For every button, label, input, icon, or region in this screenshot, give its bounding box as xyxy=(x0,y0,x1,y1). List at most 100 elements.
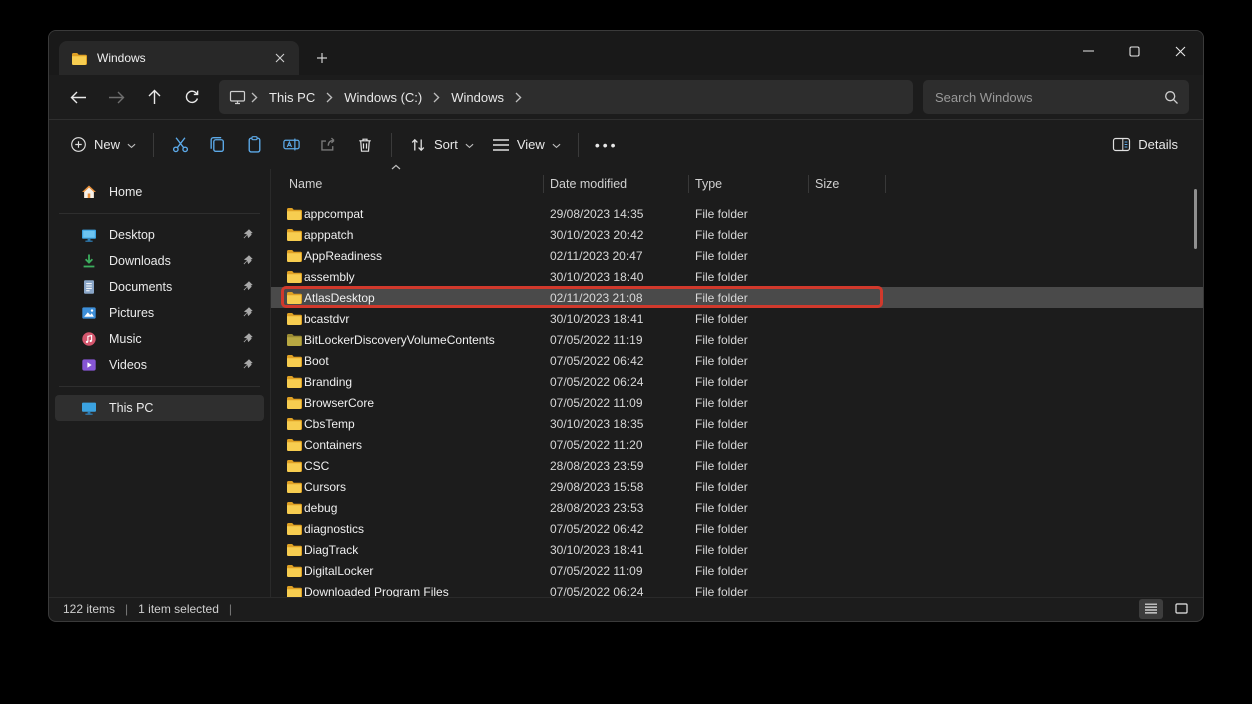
file-type: File folder xyxy=(689,291,809,305)
folder-icon xyxy=(286,375,304,388)
folder-icon xyxy=(71,52,87,65)
details-button[interactable]: Details xyxy=(1103,129,1187,160)
refresh-button[interactable] xyxy=(173,80,211,114)
sidebar-item-home[interactable]: Home xyxy=(55,179,264,205)
file-row-appcompat[interactable]: appcompat29/08/2023 14:35File folder xyxy=(271,203,1203,224)
paste-button[interactable] xyxy=(236,128,273,161)
folder-icon xyxy=(286,438,304,451)
breadcrumb-chevron-icon[interactable] xyxy=(321,92,338,103)
details-pane-icon xyxy=(1112,136,1131,153)
file-explorer-window: Windows xyxy=(48,30,1204,622)
maximize-button[interactable] xyxy=(1111,31,1157,71)
delete-button[interactable] xyxy=(347,129,383,161)
column-header-size[interactable]: Size xyxy=(809,175,886,193)
breadcrumb-segment[interactable]: Windows (C:) xyxy=(338,87,428,108)
navigation-pane: Home DesktopDownloadsDocumentsPictures Mus… xyxy=(49,169,271,597)
items-count: 122 items xyxy=(63,602,115,616)
file-date-modified: 30/10/2023 18:41 xyxy=(544,543,689,557)
file-row-boot[interactable]: Boot07/05/2022 06:42File folder xyxy=(271,350,1203,371)
rename-button[interactable] xyxy=(273,128,310,161)
search-icon[interactable] xyxy=(1164,90,1179,105)
up-button[interactable] xyxy=(135,80,173,114)
sort-icon xyxy=(409,136,427,154)
navigation-bar: This PC Windows (C:) Windows xyxy=(49,75,1203,119)
sidebar-item-videos[interactable]: Videos xyxy=(55,352,264,378)
search-box[interactable] xyxy=(923,80,1189,114)
folder-icon xyxy=(286,333,304,346)
folder-icon xyxy=(286,207,304,220)
trash-icon xyxy=(356,136,374,154)
file-name: Branding xyxy=(304,375,544,389)
column-headers: Name Date modified Type Size xyxy=(271,169,1203,199)
breadcrumb-chevron-icon[interactable] xyxy=(246,92,263,103)
file-row-bcastdvr[interactable]: bcastdvr30/10/2023 18:41File folder xyxy=(271,308,1203,329)
pin-icon xyxy=(241,280,254,293)
file-row-assembly[interactable]: assembly30/10/2023 18:40File folder xyxy=(271,266,1203,287)
downloads-icon xyxy=(81,253,97,269)
minimize-button[interactable] xyxy=(1065,31,1111,71)
sidebar-item-documents[interactable]: Documents xyxy=(55,274,264,300)
explorer-tab[interactable]: Windows xyxy=(59,41,299,75)
file-row-csc[interactable]: CSC28/08/2023 23:59File folder xyxy=(271,455,1203,476)
file-name: diagnostics xyxy=(304,522,544,536)
share-button[interactable] xyxy=(310,128,347,161)
file-row-browsercore[interactable]: BrowserCore07/05/2022 11:09File folder xyxy=(271,392,1203,413)
file-name: assembly xyxy=(304,270,544,284)
details-view-toggle[interactable] xyxy=(1139,599,1163,619)
sidebar-item-pictures[interactable]: Pictures xyxy=(55,300,264,326)
file-type: File folder xyxy=(689,501,809,515)
copy-button[interactable] xyxy=(199,128,236,161)
file-row-cursors[interactable]: Cursors29/08/2023 15:58File folder xyxy=(271,476,1203,497)
file-date-modified: 29/08/2023 15:58 xyxy=(544,480,689,494)
sidebar-item-label: Music xyxy=(109,332,142,346)
file-name: CSC xyxy=(304,459,544,473)
sort-button[interactable]: Sort xyxy=(400,129,483,161)
folder-icon xyxy=(286,354,304,367)
tab-close-button[interactable] xyxy=(269,47,291,69)
pin-icon xyxy=(241,306,254,319)
file-row-atlasdesktop[interactable]: AtlasDesktop02/11/2023 21:08File folder xyxy=(271,287,1203,308)
column-header-date-modified[interactable]: Date modified xyxy=(544,175,689,193)
close-button[interactable] xyxy=(1157,31,1203,71)
vertical-scrollbar[interactable] xyxy=(1194,189,1197,249)
copy-icon xyxy=(208,135,227,154)
file-row-bitlockerdiscoveryvolumecontents[interactable]: BitLockerDiscoveryVolumeContents07/05/20… xyxy=(271,329,1203,350)
cut-button[interactable] xyxy=(162,128,199,161)
column-header-type[interactable]: Type xyxy=(689,175,809,193)
file-row-apppatch[interactable]: apppatch30/10/2023 20:42File folder xyxy=(271,224,1203,245)
file-row-cbstemp[interactable]: CbsTemp30/10/2023 18:35File folder xyxy=(271,413,1203,434)
folder-icon xyxy=(286,291,304,304)
sidebar-item-music[interactable]: Music xyxy=(55,326,264,352)
search-input[interactable] xyxy=(935,90,1164,105)
forward-button[interactable] xyxy=(97,80,135,114)
thumbnail-view-toggle[interactable] xyxy=(1169,599,1193,619)
new-tab-button[interactable] xyxy=(307,43,337,73)
chevron-down-icon xyxy=(465,143,474,149)
file-name: appcompat xyxy=(304,207,544,221)
file-row-debug[interactable]: debug28/08/2023 23:53File folder xyxy=(271,497,1203,518)
file-row-branding[interactable]: Branding07/05/2022 06:24File folder xyxy=(271,371,1203,392)
file-row-digitallocker[interactable]: DigitalLocker07/05/2022 11:09File folder xyxy=(271,560,1203,581)
tab-title: Windows xyxy=(97,51,269,65)
new-button[interactable]: New xyxy=(61,129,145,160)
see-more-button[interactable]: ••• xyxy=(587,137,627,153)
file-name: DigitalLocker xyxy=(304,564,544,578)
breadcrumb-chevron-icon[interactable] xyxy=(510,92,527,103)
breadcrumb-segment[interactable]: Windows xyxy=(445,87,510,108)
file-row-containers[interactable]: Containers07/05/2022 11:20File folder xyxy=(271,434,1203,455)
column-header-name[interactable]: Name xyxy=(271,175,544,193)
file-date-modified: 02/11/2023 21:08 xyxy=(544,291,689,305)
breadcrumb-segment[interactable]: This PC xyxy=(263,87,321,108)
file-row-diagtrack[interactable]: DiagTrack30/10/2023 18:41File folder xyxy=(271,539,1203,560)
new-label: New xyxy=(94,137,120,152)
back-button[interactable] xyxy=(59,80,97,114)
folder-icon xyxy=(286,522,304,535)
breadcrumb-chevron-icon[interactable] xyxy=(428,92,445,103)
file-row-downloaded-program-files[interactable]: Downloaded Program Files07/05/2022 06:24… xyxy=(271,581,1203,597)
file-row-appreadiness[interactable]: AppReadiness02/11/2023 20:47File folder xyxy=(271,245,1203,266)
sidebar-item-downloads[interactable]: Downloads xyxy=(55,248,264,274)
sidebar-item-this-pc[interactable]: This PC xyxy=(55,395,264,421)
file-row-diagnostics[interactable]: diagnostics07/05/2022 06:42File folder xyxy=(271,518,1203,539)
sidebar-item-desktop[interactable]: Desktop xyxy=(55,222,264,248)
view-button[interactable]: View xyxy=(483,130,570,159)
